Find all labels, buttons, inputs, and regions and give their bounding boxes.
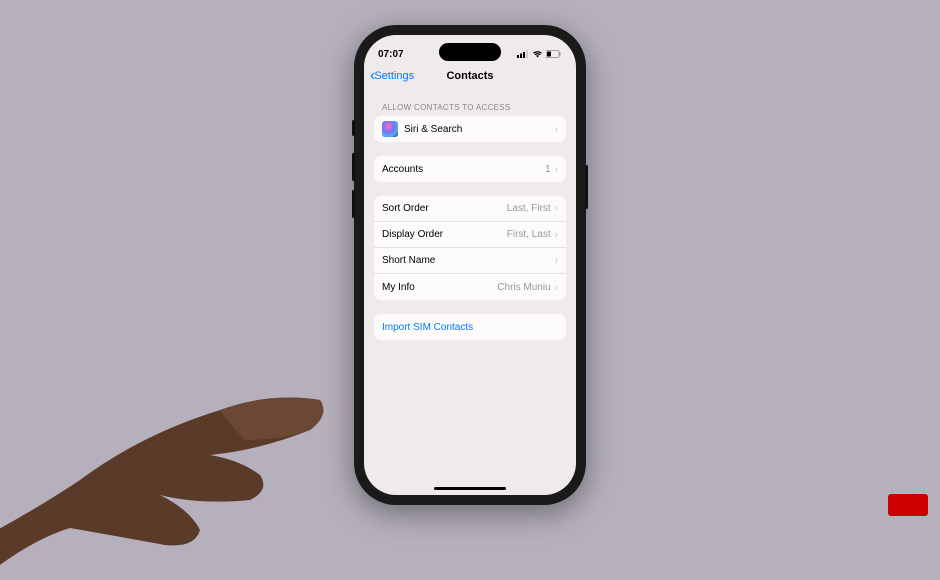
row-sort-order[interactable]: Sort Order Last, First › bbox=[374, 196, 566, 222]
chevron-right-icon: › bbox=[555, 229, 558, 240]
cell-label: Accounts bbox=[382, 164, 545, 175]
page-title: Contacts bbox=[446, 70, 493, 82]
cellular-icon bbox=[517, 50, 529, 58]
cell-value: Chris Muniu bbox=[497, 282, 550, 293]
row-import-sim[interactable]: Import SIM Contacts bbox=[374, 314, 566, 340]
volume-down-button bbox=[352, 190, 355, 218]
row-accounts[interactable]: Accounts 1 › bbox=[374, 156, 566, 182]
youtube-badge bbox=[888, 494, 928, 516]
group-import: Import SIM Contacts bbox=[374, 314, 566, 340]
power-button bbox=[585, 165, 588, 209]
chevron-right-icon: › bbox=[555, 124, 558, 135]
battery-icon bbox=[546, 50, 562, 58]
group-siri: Siri & Search › bbox=[374, 116, 566, 142]
chevron-right-icon: › bbox=[555, 255, 558, 266]
hand-overlay bbox=[0, 280, 360, 580]
back-label: Settings bbox=[374, 70, 414, 82]
back-button[interactable]: ‹ Settings bbox=[370, 68, 414, 84]
cell-label: Short Name bbox=[382, 255, 555, 266]
cell-label: My Info bbox=[382, 282, 497, 293]
cell-label: Import SIM Contacts bbox=[382, 322, 558, 333]
screen: 07:07 ‹ Settings Contacts ALLOW CONTACTS… bbox=[364, 35, 576, 495]
cell-label: Display Order bbox=[382, 229, 507, 240]
home-indicator[interactable] bbox=[434, 487, 506, 490]
volume-up-button bbox=[352, 153, 355, 181]
siri-icon bbox=[382, 121, 398, 137]
chevron-right-icon: › bbox=[555, 203, 558, 214]
row-my-info[interactable]: My Info Chris Muniu › bbox=[374, 274, 566, 300]
cell-value: 1 bbox=[545, 164, 551, 175]
wifi-icon bbox=[532, 50, 543, 58]
cell-value: First, Last bbox=[507, 229, 551, 240]
silent-switch bbox=[352, 120, 355, 136]
chevron-right-icon: › bbox=[555, 282, 558, 293]
group-accounts: Accounts 1 › bbox=[374, 156, 566, 182]
phone-frame: 07:07 ‹ Settings Contacts ALLOW CONTACTS… bbox=[354, 25, 586, 505]
cell-label: Sort Order bbox=[382, 203, 507, 214]
status-time: 07:07 bbox=[378, 49, 404, 60]
row-display-order[interactable]: Display Order First, Last › bbox=[374, 222, 566, 248]
row-siri-search[interactable]: Siri & Search › bbox=[374, 116, 566, 142]
chevron-right-icon: › bbox=[555, 164, 558, 175]
cell-value: Last, First bbox=[507, 203, 551, 214]
dynamic-island bbox=[439, 43, 501, 61]
section-header-allow: ALLOW CONTACTS TO ACCESS bbox=[364, 91, 576, 116]
group-ordering: Sort Order Last, First › Display Order F… bbox=[374, 196, 566, 300]
nav-bar: ‹ Settings Contacts bbox=[364, 65, 576, 91]
row-short-name[interactable]: Short Name › bbox=[374, 248, 566, 274]
cell-label: Siri & Search bbox=[404, 124, 555, 135]
